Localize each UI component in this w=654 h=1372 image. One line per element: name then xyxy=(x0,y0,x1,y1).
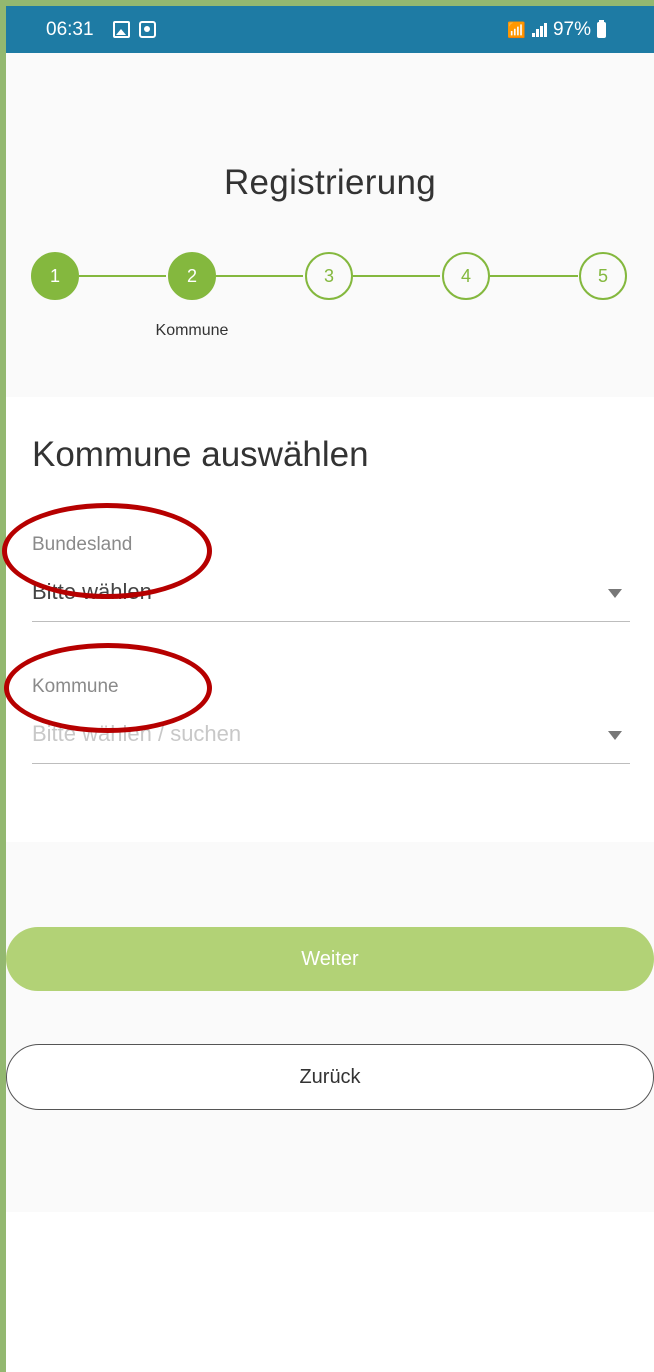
gallery-icon xyxy=(113,21,130,38)
app-screen: 06:31 📶 97% Registrierung 1 2 3 4 5 Komm… xyxy=(6,6,654,1372)
step-connector xyxy=(79,275,166,277)
record-icon xyxy=(139,21,156,38)
wifi-icon: 📶 xyxy=(507,22,526,39)
state-label: Bundesland xyxy=(32,534,133,555)
battery-percent: 97% xyxy=(552,19,591,40)
step-indicator: 1 2 3 4 5 Kommune xyxy=(6,240,654,340)
step-connector xyxy=(490,275,578,277)
battery-icon xyxy=(597,20,606,38)
back-button[interactable]: Zurück xyxy=(6,1044,654,1110)
step-number: 2 xyxy=(186,265,197,286)
step-3: 3 xyxy=(305,252,353,300)
step-4: 4 xyxy=(442,252,490,300)
step-connector xyxy=(353,275,440,277)
status-bar: 06:31 📶 97% xyxy=(6,6,654,53)
next-button[interactable]: Weiter xyxy=(6,927,654,991)
dropdown-arrow-icon[interactable] xyxy=(608,589,622,598)
step-5: 5 xyxy=(579,252,627,300)
registration-header: Registrierung 1 2 3 4 5 Kommune xyxy=(6,53,654,397)
state-select[interactable]: Bundesland Bitte wählen xyxy=(32,534,630,634)
state-value[interactable]: Bitte wählen xyxy=(32,579,152,605)
step-2: 2 xyxy=(168,252,216,300)
status-time: 06:31 xyxy=(46,19,94,40)
dropdown-arrow-icon[interactable] xyxy=(608,731,622,740)
action-area: Weiter Zurück xyxy=(6,842,654,1212)
step-1: 1 xyxy=(31,252,79,300)
step-number: 3 xyxy=(323,265,334,286)
step-number: 4 xyxy=(460,265,471,286)
step-number: 1 xyxy=(49,265,60,286)
step-connector xyxy=(216,275,303,277)
page-title: Registrierung xyxy=(223,163,437,202)
municipality-placeholder[interactable]: Bitte wählen / suchen xyxy=(32,721,241,747)
section-title: Kommune auswählen xyxy=(32,435,369,474)
field-underline xyxy=(32,763,630,764)
field-underline xyxy=(32,621,630,622)
status-right-group: 📶 97% xyxy=(507,19,606,41)
signal-icon xyxy=(531,23,547,37)
municipality-form: Kommune auswählen Bundesland Bitte wähle… xyxy=(6,397,654,842)
municipality-label: Kommune xyxy=(32,676,119,697)
current-step-label: Kommune xyxy=(155,322,229,339)
municipality-select[interactable]: Kommune Bitte wählen / suchen xyxy=(32,676,630,776)
step-number: 5 xyxy=(597,265,608,286)
